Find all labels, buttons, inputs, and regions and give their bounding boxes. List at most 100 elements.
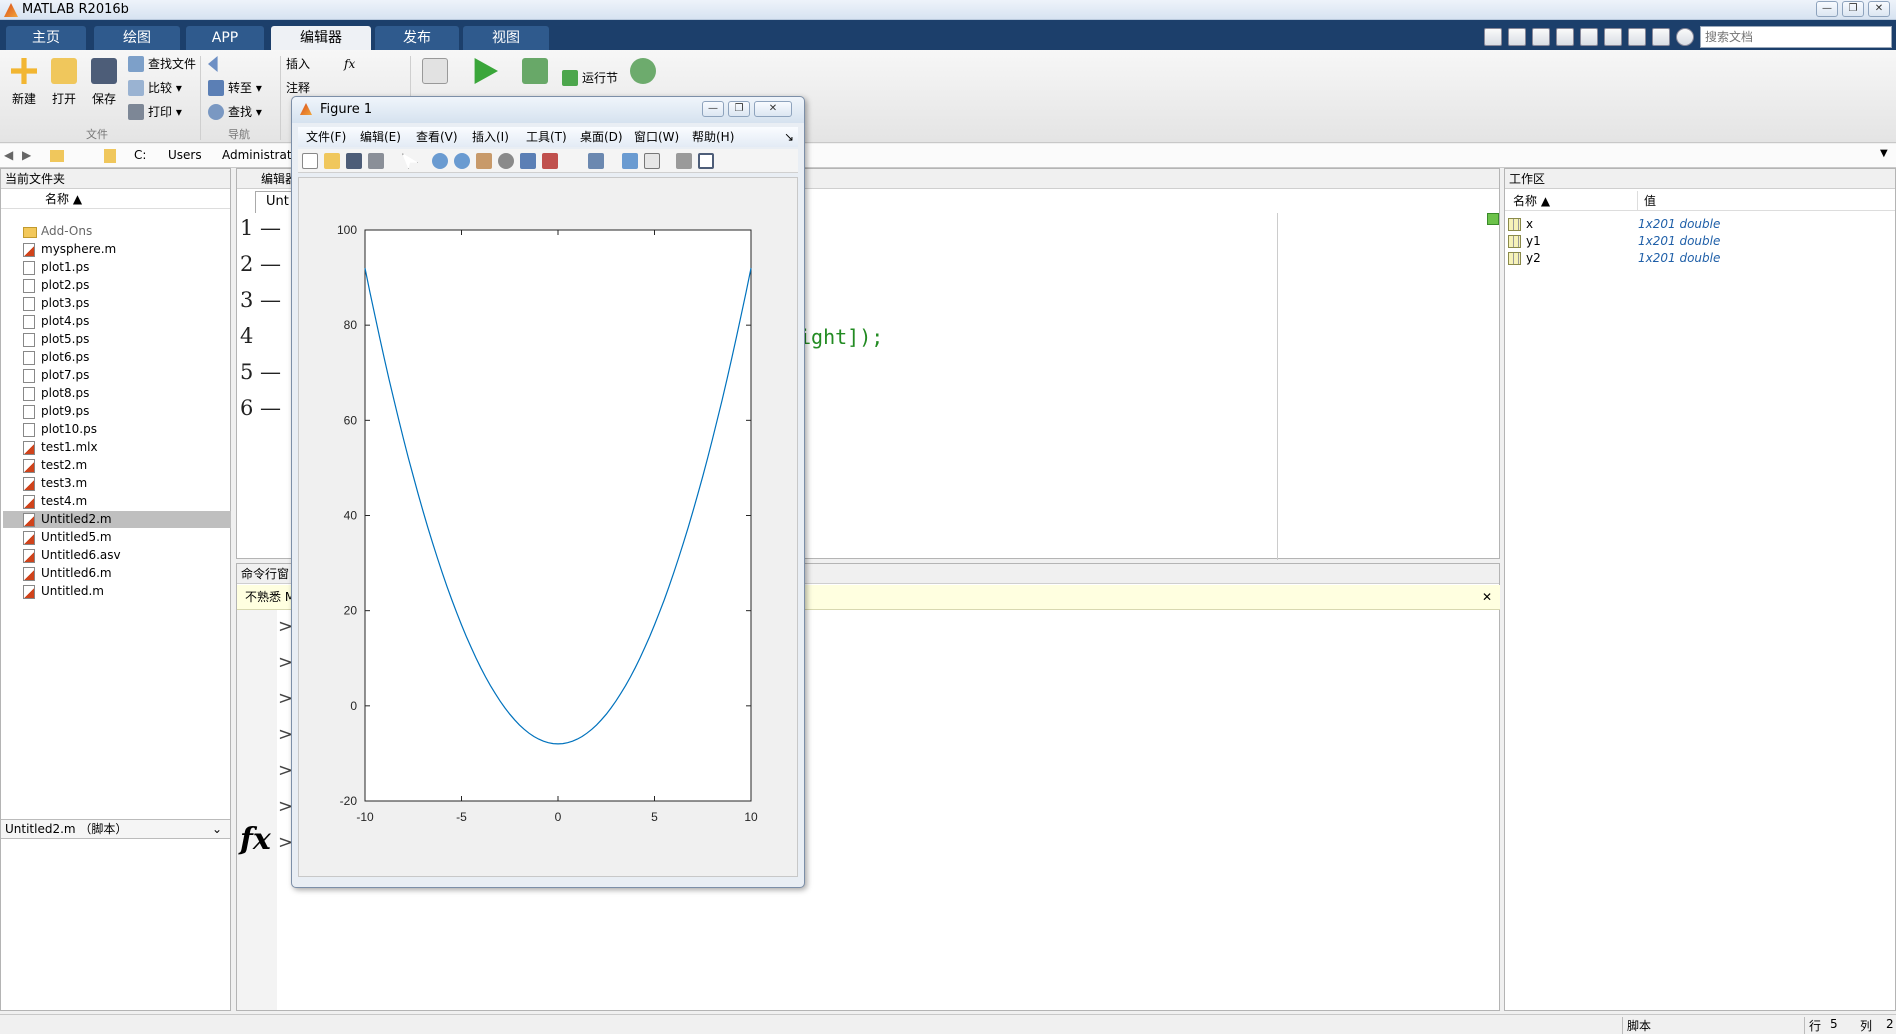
tab-view[interactable]: 视图: [463, 26, 549, 50]
run-section-button[interactable]: 运行节: [562, 68, 618, 88]
figure-close-button[interactable]: ✕: [754, 101, 792, 117]
up-folder-icon[interactable]: [50, 150, 64, 162]
file-item[interactable]: plot3.ps: [23, 295, 228, 312]
line-number[interactable]: 3 —: [240, 288, 281, 312]
switch-windows-icon[interactable]: [1652, 28, 1670, 46]
file-item[interactable]: plot4.ps: [23, 313, 228, 330]
line-number[interactable]: 2 —: [240, 252, 281, 276]
cut-icon[interactable]: [1532, 28, 1550, 46]
column-header-name[interactable]: 名称 ▲: [1, 189, 230, 209]
figure-menu-item[interactable]: 文件(F): [306, 127, 346, 147]
figure-maximize-button[interactable]: ❐: [728, 101, 750, 117]
line-number[interactable]: 1 —: [240, 216, 281, 240]
figure-menu-item[interactable]: 插入(I): [472, 127, 509, 147]
ws-col-name[interactable]: 名称 ▲: [1513, 191, 1550, 211]
figure-menu-item[interactable]: 窗口(W): [634, 127, 679, 147]
figure-menu-item[interactable]: 查看(V): [416, 127, 458, 147]
file-item[interactable]: Untitled2.m: [3, 511, 231, 528]
tab-home[interactable]: 主页: [6, 26, 86, 50]
address-dropdown-icon[interactable]: ▼: [1880, 148, 1888, 159]
hide-plot-tools-icon[interactable]: [676, 153, 692, 169]
zoom-out-icon[interactable]: [454, 153, 470, 169]
file-item[interactable]: Add-Ons: [23, 223, 228, 240]
insert-function-button[interactable]: fx: [344, 54, 355, 74]
figure-titlebar[interactable]: Figure 1 — ❐ ✕: [292, 97, 804, 123]
plot-svg[interactable]: -10 -5 0 5 10 100 80 60 40 20 0 -20: [299, 178, 797, 876]
file-item[interactable]: Untitled.m: [23, 583, 228, 600]
workspace-variable-row[interactable]: y1 1x201 double: [1508, 233, 1888, 250]
file-item[interactable]: mysphere.m: [23, 241, 228, 258]
file-item[interactable]: test1.mlx: [23, 439, 228, 456]
file-details-bar[interactable]: Untitled2.m （脚本） ⌄: [1, 819, 230, 839]
dock-arrow-icon[interactable]: ↘: [784, 127, 794, 147]
open-file-icon[interactable]: [324, 153, 340, 169]
file-item[interactable]: test2.m: [23, 457, 228, 474]
code-fragment[interactable]: ight]);: [799, 325, 883, 349]
file-item[interactable]: plot9.ps: [23, 403, 228, 420]
print-figure-icon[interactable]: [368, 153, 384, 169]
quick-access-icon-1[interactable]: [1484, 28, 1502, 46]
file-item[interactable]: Untitled5.m: [23, 529, 228, 546]
close-button[interactable]: ✕: [1868, 1, 1890, 17]
zoom-in-icon[interactable]: [432, 153, 448, 169]
undo-icon[interactable]: [1604, 28, 1622, 46]
find-button[interactable]: 查找 ▾: [208, 102, 262, 122]
forward-icon[interactable]: ▶: [22, 148, 31, 162]
run-button[interactable]: [470, 58, 500, 90]
copy-icon[interactable]: [1556, 28, 1574, 46]
file-item[interactable]: plot7.ps: [23, 367, 228, 384]
goto-button[interactable]: 转至 ▾: [208, 78, 262, 98]
maximize-button[interactable]: ❐: [1842, 1, 1864, 17]
data-cursor-icon[interactable]: [520, 153, 536, 169]
rotate-3d-icon[interactable]: [498, 153, 514, 169]
show-plot-tools-icon[interactable]: [698, 153, 714, 169]
print-button[interactable]: 打印 ▾: [128, 102, 182, 122]
ws-col-value[interactable]: 值: [1637, 191, 1656, 211]
new-button[interactable]: 新建: [8, 58, 40, 107]
file-item[interactable]: plot2.ps: [23, 277, 228, 294]
file-item[interactable]: plot8.ps: [23, 385, 228, 402]
file-item[interactable]: plot5.ps: [23, 331, 228, 348]
tab-apps[interactable]: APP: [186, 26, 264, 50]
save-icon[interactable]: [1508, 28, 1526, 46]
back-icon[interactable]: ◀: [4, 148, 13, 162]
compare-button[interactable]: 比较 ▾: [128, 78, 182, 98]
save-button[interactable]: 保存: [88, 58, 120, 107]
file-item[interactable]: Untitled6.m: [23, 565, 228, 582]
breadcrumb-administrator[interactable]: Administrat: [222, 148, 292, 162]
figure-menu-item[interactable]: 桌面(D): [580, 127, 623, 147]
chevron-down-icon[interactable]: ⌄: [212, 820, 222, 838]
tab-publish[interactable]: 发布: [375, 26, 459, 50]
new-figure-icon[interactable]: [302, 153, 318, 169]
breadcrumb-drive[interactable]: C:: [134, 148, 146, 162]
link-plot-icon[interactable]: [588, 153, 604, 169]
search-docs-input[interactable]: [1700, 26, 1892, 48]
line-number[interactable]: 6 —: [240, 396, 281, 420]
minimize-button[interactable]: —: [1816, 1, 1838, 17]
figure-menu-item[interactable]: 工具(T): [526, 127, 567, 147]
line-number[interactable]: 5 —: [240, 360, 281, 384]
file-item[interactable]: plot1.ps: [23, 259, 228, 276]
find-files-button[interactable]: 查找文件: [128, 54, 196, 74]
breadcrumb-users[interactable]: Users: [168, 148, 202, 162]
open-button[interactable]: 打开: [48, 58, 80, 107]
figure-canvas[interactable]: -10 -5 0 5 10 100 80 60 40 20 0 -20: [298, 177, 798, 877]
line-number[interactable]: 4: [240, 324, 253, 348]
workspace-variable-row[interactable]: x 1x201 double: [1508, 216, 1888, 233]
address-bar[interactable]: ◀ ▶ C: Users Administrat ▼: [0, 144, 1896, 168]
figure-menu-item[interactable]: 编辑(E): [360, 127, 401, 147]
file-item[interactable]: test3.m: [23, 475, 228, 492]
edit-plot-arrow-icon[interactable]: [402, 153, 418, 169]
run-and-time-button[interactable]: [628, 58, 658, 90]
figure-menu-item[interactable]: 帮助(H): [692, 127, 734, 147]
file-item[interactable]: plot6.ps: [23, 349, 228, 366]
legend-icon[interactable]: [644, 153, 660, 169]
brush-icon[interactable]: [542, 153, 558, 169]
tab-editor[interactable]: 编辑器: [271, 26, 371, 50]
save-figure-icon[interactable]: [346, 153, 362, 169]
pan-hand-icon[interactable]: [476, 153, 492, 169]
banner-close-icon[interactable]: ✕: [1482, 585, 1492, 610]
function-browser-fx-icon[interactable]: fx: [240, 822, 271, 857]
colorbar-icon[interactable]: [622, 153, 638, 169]
run-and-advance-button[interactable]: [520, 58, 550, 90]
